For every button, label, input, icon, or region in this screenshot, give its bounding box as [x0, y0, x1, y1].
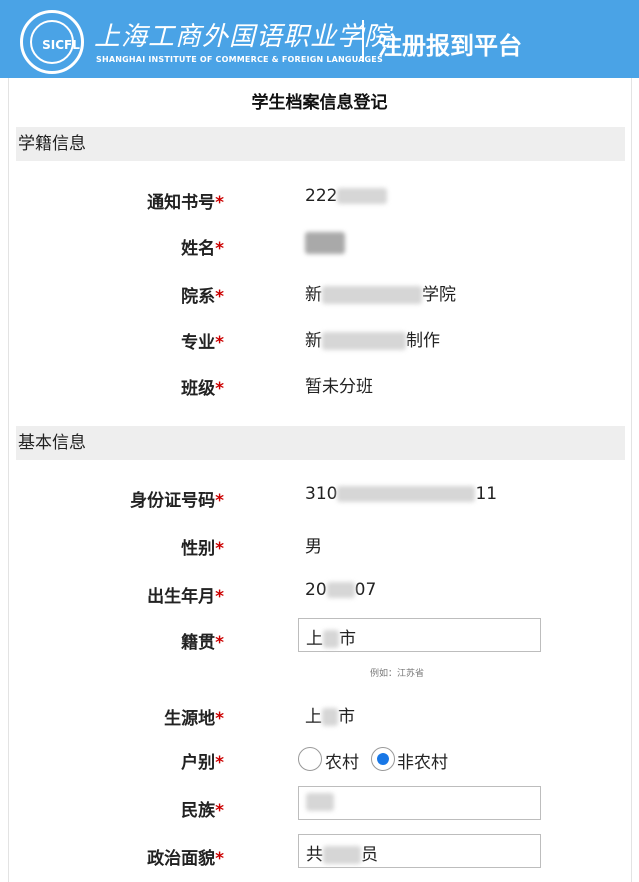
label-id-number: 身份证号码*: [130, 491, 224, 511]
label-major: 专业*: [181, 333, 224, 353]
label-gender: 性别*: [181, 539, 224, 559]
label-class: 班级*: [181, 379, 224, 399]
school-logo: SICFL: [20, 10, 84, 74]
redacted-mask: [323, 630, 339, 648]
radio-non-rural-label[interactable]: 非农村: [397, 748, 448, 773]
value-id-number: 310 11: [305, 484, 498, 504]
political-input[interactable]: 共员: [298, 834, 541, 868]
label-political: 政治面貌*: [147, 849, 224, 869]
page-title: 学生档案信息登记: [251, 93, 388, 113]
row-class: 班级* 暂未分班: [0, 370, 639, 402]
section-school-roll: 学籍信息: [16, 127, 625, 161]
row-gender: 性别* 男: [0, 530, 639, 562]
redacted-mask: [337, 486, 476, 502]
row-department: 院系* 新学院: [0, 278, 639, 310]
redacted-mask: [322, 332, 406, 350]
radio-non-rural[interactable]: [371, 747, 395, 771]
radio-rural[interactable]: [298, 747, 322, 771]
label-name: 姓名*: [181, 239, 224, 259]
row-birth: 出生年月* 20 07: [0, 578, 639, 610]
value-major: 新制作: [305, 331, 440, 351]
row-name: 姓名*: [0, 230, 639, 262]
ethnicity-input[interactable]: [298, 786, 541, 820]
row-major: 专业* 新制作: [0, 324, 639, 356]
value-class: 暂未分班: [305, 377, 373, 397]
row-hukou: 户别* 农村 非农村: [0, 744, 639, 776]
redacted-mask: [306, 793, 334, 811]
label-department: 院系*: [181, 287, 224, 307]
logo-inner-ring: SICFL: [30, 20, 80, 64]
school-name-cn: 上海工商外国语职业学院: [94, 22, 392, 52]
row-notice-no: 通知书号* 222: [0, 184, 639, 216]
row-id-number: 身份证号码* 310 11: [0, 482, 639, 514]
section-basic: 基本信息: [16, 426, 625, 460]
label-ethnicity: 民族*: [181, 801, 224, 821]
label-native-place: 籍贯*: [181, 633, 224, 653]
label-notice-no: 通知书号*: [147, 193, 224, 213]
school-name-en: SHANGHAI INSTITUTE OF COMMERCE & FOREIGN…: [96, 55, 383, 64]
native-place-hint: 例如：江苏省: [370, 669, 425, 679]
logo-text: SICFL: [42, 38, 80, 52]
redacted-mask: [323, 846, 361, 864]
redacted-mask: [326, 582, 355, 598]
value-notice-no: 222: [305, 186, 388, 206]
label-origin: 生源地*: [164, 709, 224, 729]
redacted-mask: [337, 188, 388, 204]
redacted-mask: [305, 232, 345, 254]
radio-rural-label[interactable]: 农村: [325, 748, 359, 773]
value-birth: 20 07: [305, 580, 377, 600]
label-hukou: 户别*: [181, 753, 224, 773]
platform-title: 注册报到平台: [378, 32, 522, 60]
header-banner: SICFL 上海工商外国语职业学院 SHANGHAI INSTITUTE OF …: [0, 0, 639, 78]
redacted-mask: [322, 708, 338, 726]
value-origin: 上市: [305, 707, 355, 727]
value-name: [305, 232, 345, 254]
native-place-input[interactable]: 上市: [298, 618, 541, 652]
header-divider: [362, 20, 364, 62]
label-birth: 出生年月*: [147, 587, 224, 607]
value-gender: 男: [305, 537, 322, 557]
value-department: 新学院: [305, 285, 456, 305]
redacted-mask: [322, 286, 422, 304]
row-origin: 生源地* 上市: [0, 700, 639, 732]
